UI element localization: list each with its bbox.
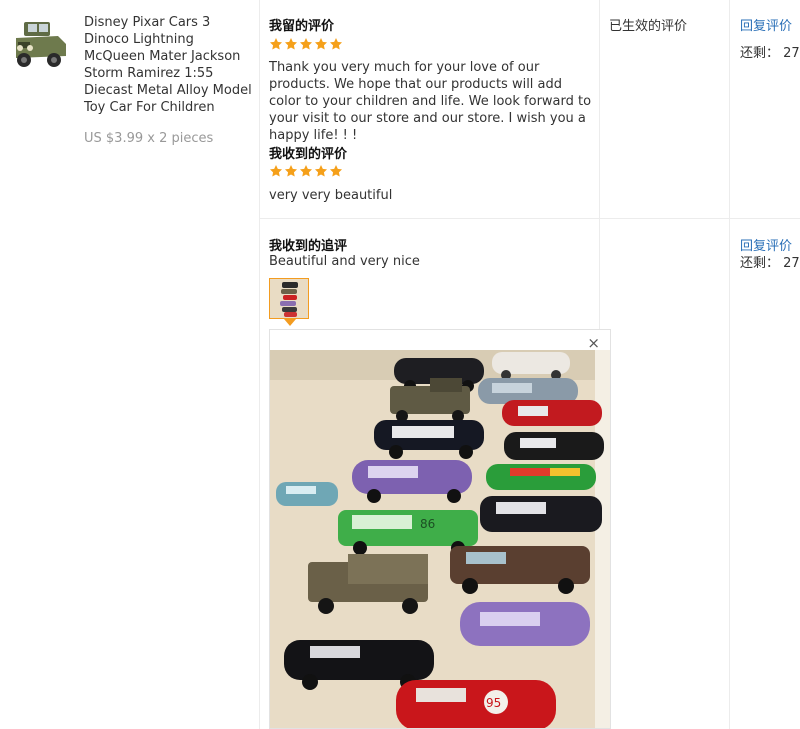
remaining-days-followup: 还剩： 27 [740, 256, 800, 271]
product-title[interactable]: Disney Pixar Cars 3 Dinoco Lightning McQ… [84, 14, 256, 116]
star-icon [284, 38, 298, 50]
toy-cars-thumbnail-icon [270, 279, 308, 318]
followup-image-thumbnail[interactable] [269, 278, 309, 319]
row-divider [259, 218, 800, 219]
my-review-stars [269, 37, 343, 51]
svg-text:86: 86 [420, 517, 435, 531]
toy-cars-photo: 86 95 [270, 350, 610, 728]
image-preview-panel: × 86 95 [269, 329, 611, 729]
remaining-days: 还剩： 27 [740, 46, 800, 61]
star-icon [299, 38, 313, 50]
svg-text:95: 95 [486, 696, 501, 710]
column-divider [259, 0, 260, 729]
column-divider [729, 0, 730, 729]
product-thumbnail[interactable] [10, 14, 72, 72]
received-review-stars [269, 164, 343, 178]
star-icon [314, 38, 328, 50]
thumbnail-pointer [284, 319, 296, 326]
followup-review-label: 我收到的追评 [269, 239, 348, 254]
review-status: 已生效的评价 [609, 19, 688, 34]
star-icon [329, 165, 343, 177]
my-review-label: 我留的评价 [269, 19, 335, 34]
star-icon [269, 38, 283, 50]
toy-jeep-image [10, 14, 72, 72]
star-icon [329, 38, 343, 50]
reply-review-link[interactable]: 回复评价 [740, 15, 792, 34]
star-icon [314, 165, 328, 177]
my-review-text: Thank you very much for your love of our… [269, 60, 592, 143]
received-review-text: very very beautiful [269, 188, 393, 203]
star-icon [269, 165, 283, 177]
followup-review-text: Beautiful and very nice [269, 254, 420, 269]
star-icon [299, 165, 313, 177]
star-icon [284, 165, 298, 177]
received-review-label: 我收到的评价 [269, 147, 348, 162]
product-price: US $3.99 x 2 pieces [84, 131, 214, 146]
